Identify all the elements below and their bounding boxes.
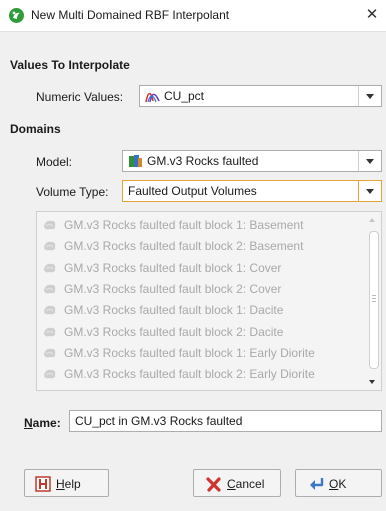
- name-label-rest: ame:: [32, 416, 61, 430]
- numeric-values-select[interactable]: CU_pct: [139, 85, 382, 107]
- ok-button[interactable]: OK: [295, 469, 382, 497]
- volume-type-label: Volume Type:: [36, 185, 109, 199]
- close-button[interactable]: ✕: [358, 0, 386, 31]
- volume-icon: [44, 369, 56, 379]
- help-icon: [35, 476, 51, 492]
- volumes-list[interactable]: GM.v3 Rocks faulted fault block 1: Basem…: [36, 211, 382, 391]
- rbf-interpolant-dialog: New Multi Domained RBF Interpolant ✕ Val…: [0, 0, 386, 511]
- help-label-rest: elp: [64, 477, 81, 491]
- volume-list-item-label: GM.v3 Rocks faulted fault block 1: Basem…: [64, 218, 304, 232]
- volume-type-dropdown-button[interactable]: [358, 181, 381, 201]
- cancel-button-label: Cancel: [227, 477, 264, 491]
- help-button[interactable]: Help: [24, 469, 109, 497]
- name-input[interactable]: [69, 410, 382, 432]
- enter-arrow-icon: [310, 478, 324, 490]
- help-mnemonic: H: [56, 477, 65, 491]
- numeric-values-dropdown-button[interactable]: [358, 86, 381, 106]
- chevron-down-icon: [366, 159, 374, 164]
- cancel-mnemonic: C: [227, 477, 236, 491]
- numeric-values-value: CU_pct: [164, 89, 205, 103]
- model-select[interactable]: GM.v3 Rocks faulted: [122, 150, 382, 172]
- volume-icon: [44, 242, 56, 251]
- name-label-mnemonic: N: [24, 416, 33, 430]
- name-label: Name:: [24, 416, 61, 430]
- volume-list-item-label: GM.v3 Rocks faulted fault block 1: Early…: [64, 345, 315, 360]
- cancel-label-rest: ancel: [235, 477, 265, 491]
- volume-list-item-label: GM.v3 Rocks faulted fault block 1: Cover: [64, 260, 282, 275]
- volume-icon: [44, 305, 56, 315]
- scroll-up-icon[interactable]: [369, 218, 375, 222]
- volume-icon: [44, 327, 56, 336]
- ok-mnemonic: O: [329, 477, 339, 491]
- volumes-list-scrollbar[interactable]: [366, 212, 381, 390]
- volume-list-item-label: GM.v3 Rocks faulted fault block 2: Cover: [64, 281, 282, 296]
- help-button-label: Help: [56, 477, 81, 491]
- ok-label-rest: K: [338, 477, 347, 491]
- volume-icon: [44, 348, 56, 358]
- volume-type-select[interactable]: Faulted Output Volumes: [122, 180, 382, 202]
- geological-model-icon: [129, 155, 142, 167]
- values-section-heading: Values To Interpolate: [10, 58, 130, 72]
- cancel-icon: [206, 477, 221, 492]
- title-bar: New Multi Domained RBF Interpolant ✕: [0, 0, 386, 32]
- window-title: New Multi Domained RBF Interpolant: [31, 8, 230, 22]
- volume-icon: [44, 284, 56, 294]
- grip-line: [372, 295, 376, 296]
- volume-icon: [44, 220, 56, 230]
- model-dropdown-button[interactable]: [358, 151, 381, 171]
- grip-line: [372, 301, 376, 302]
- volume-list-item-label: GM.v3 Rocks faulted fault block 2: Early…: [64, 367, 315, 382]
- scroll-thumb[interactable]: [369, 231, 379, 369]
- volume-list-item-label: GM.v3 Rocks faulted fault block 1: Dacit…: [64, 303, 284, 318]
- volume-type-value: Faulted Output Volumes: [128, 184, 257, 198]
- grip-line: [372, 298, 376, 299]
- ok-button-label: OK: [329, 477, 346, 491]
- model-value: GM.v3 Rocks faulted: [147, 154, 259, 168]
- model-label: Model:: [36, 155, 73, 169]
- leapfrog-app-icon: [9, 8, 24, 23]
- chevron-down-icon: [366, 94, 374, 99]
- chevron-down-icon: [366, 189, 374, 194]
- volume-list-item-label: GM.v3 Rocks faulted fault block 2: Basem…: [64, 239, 304, 254]
- cancel-button[interactable]: Cancel: [193, 469, 281, 497]
- numeric-values-label: Numeric Values:: [36, 90, 124, 104]
- volume-icon: [44, 263, 56, 272]
- volume-list-item-label: GM.v3 Rocks faulted fault block 2: Dacit…: [64, 324, 284, 339]
- domains-section-heading: Domains: [10, 122, 61, 136]
- scroll-down-icon[interactable]: [369, 380, 375, 384]
- numeric-values-icon: [145, 92, 160, 103]
